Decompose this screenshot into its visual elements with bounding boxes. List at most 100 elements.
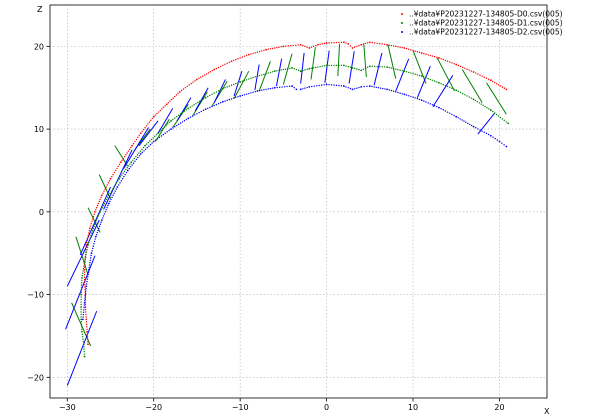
data-point-dense — [93, 213, 95, 215]
data-point-dense — [224, 63, 226, 66]
data-point-dense — [481, 130, 483, 132]
data-point-dense — [405, 94, 408, 96]
data-point-dense — [401, 69, 403, 72]
data-point-dense — [446, 60, 449, 62]
data-point-dense — [86, 338, 89, 340]
data-point-dense — [495, 83, 498, 85]
data-point-dense — [80, 286, 83, 289]
y-axis-label: Z — [37, 5, 43, 14]
data-point-dense — [83, 309, 85, 311]
data-point-dense — [328, 42, 330, 44]
data-point-dense — [192, 81, 194, 83]
data-point-dense — [232, 59, 235, 62]
data-point-dense — [226, 62, 228, 65]
data-point-dense — [263, 89, 265, 91]
data-point-dense — [118, 184, 120, 186]
data-point-dense — [190, 82, 192, 85]
data-point-dense — [319, 43, 321, 45]
data-point-dense — [306, 46, 308, 48]
data-point — [221, 87, 224, 90]
data-point-dense — [110, 190, 113, 192]
data-point-dense — [241, 56, 244, 58]
data-point-dense — [80, 284, 83, 286]
data-point-dense — [146, 147, 148, 149]
data-point-dense — [109, 192, 111, 194]
data-point-dense — [182, 88, 185, 90]
data-point-dense — [180, 89, 183, 92]
legend-label-d0: ..¥data¥P20231227-134805-D0.csv(005) — [409, 10, 563, 19]
data-point-dense — [484, 105, 486, 108]
data-point-dense — [84, 295, 87, 297]
data-point — [82, 343, 85, 346]
data-point-dense — [207, 107, 209, 110]
data-point — [187, 107, 190, 110]
data-point-dense — [318, 84, 320, 87]
data-point-dense — [86, 246, 89, 249]
data-point-dense — [384, 88, 386, 90]
data-point-dense — [444, 110, 447, 112]
data-point-dense — [181, 121, 184, 123]
data-point-dense — [111, 175, 113, 178]
data-point-dense — [200, 76, 202, 78]
data-point-dense — [123, 175, 125, 178]
data-point-dense — [174, 117, 176, 119]
data-point-dense — [112, 194, 114, 196]
data-point-dense — [379, 87, 382, 89]
data-point-dense — [217, 90, 220, 92]
data-point — [368, 41, 371, 44]
data-point-dense — [261, 89, 263, 91]
data-point-dense — [330, 42, 333, 44]
x-tick-label: 0 — [324, 403, 329, 412]
data-point-dense — [431, 55, 434, 57]
data-point — [342, 64, 345, 67]
data-point-dense — [442, 83, 444, 86]
data-point-dense — [152, 137, 154, 139]
data-point-dense — [363, 85, 365, 88]
data-point-dense — [290, 44, 292, 47]
data-point — [256, 75, 259, 78]
data-point — [144, 144, 146, 147]
data-point-dense — [442, 109, 444, 111]
data-point-dense — [440, 108, 442, 110]
data-point-dense — [149, 140, 151, 142]
data-point-dense — [211, 93, 213, 95]
data-point-dense — [401, 93, 403, 95]
data-point-dense — [155, 134, 158, 136]
data-point-dense — [250, 92, 252, 94]
data-point — [87, 268, 90, 271]
data-point-dense — [254, 52, 256, 54]
data-point-dense — [328, 83, 330, 86]
data-point-dense — [213, 92, 215, 94]
data-point-dense — [436, 105, 438, 108]
data-point-dense — [209, 106, 211, 109]
data-point-dense — [150, 138, 153, 141]
data-point-dense — [457, 117, 459, 119]
data-point-dense — [95, 207, 98, 209]
data-point-dense — [226, 99, 228, 102]
data-point-dense — [117, 180, 119, 182]
data-point-dense — [280, 69, 282, 71]
data-point-dense — [195, 102, 197, 105]
data-point-dense — [83, 346, 85, 348]
data-point-dense — [392, 67, 395, 70]
data-point-dense — [503, 119, 505, 122]
data-point-dense — [85, 283, 88, 285]
data-point — [438, 81, 440, 84]
data-point-dense — [481, 75, 483, 77]
data-point-dense — [321, 43, 323, 45]
data-point-dense — [477, 73, 479, 75]
data-point-dense — [95, 219, 98, 221]
data-point — [489, 134, 492, 137]
data-point-dense — [358, 69, 360, 71]
data-point — [165, 103, 168, 106]
data-point-dense — [104, 200, 107, 203]
data-point-dense — [113, 186, 115, 188]
data-point-dense — [84, 266, 86, 268]
data-point-dense — [127, 165, 130, 167]
data-point-dense — [88, 241, 90, 244]
data-point-dense — [347, 87, 349, 89]
data-point-dense — [138, 155, 141, 157]
data-point-dense — [503, 144, 505, 146]
data-point-dense — [91, 220, 93, 222]
data-point — [438, 57, 440, 59]
